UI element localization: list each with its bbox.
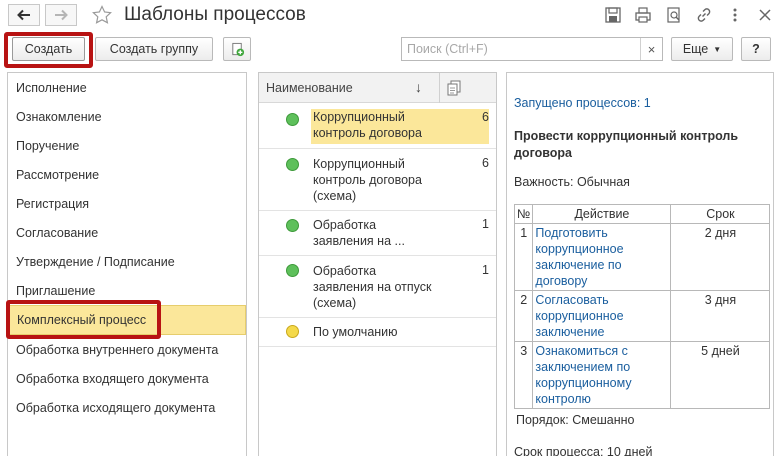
list-item[interactable]: Обработка исходящего документа <box>8 393 246 422</box>
forward-button[interactable] <box>45 4 77 26</box>
step-num: 2 <box>513 290 534 342</box>
table-row[interactable]: Обработка заявления на отпуск (схема) 1 <box>259 256 496 318</box>
favorite-star-icon[interactable] <box>92 5 112 25</box>
search-placeholder: Поиск (Ctrl+F) <box>407 42 488 56</box>
order-label: Порядок: <box>516 413 569 427</box>
launched-processes-link[interactable]: Запущено процессов: 1 <box>514 96 651 110</box>
status-green-icon <box>286 264 299 277</box>
column-divider <box>439 73 440 103</box>
status-yellow-icon <box>286 325 299 338</box>
create-group-button[interactable]: Создать группу <box>95 37 213 61</box>
table-row: 2 Согласовать коррупционное заключение 3… <box>513 290 771 342</box>
template-name: Обработка заявления на отпуск (схема) <box>313 264 432 310</box>
page-title: Шаблоны процессов <box>124 4 306 25</box>
importance-row: Важность: Обычная <box>514 175 630 189</box>
step-action-link[interactable]: Ознакомиться с заключением по коррупцион… <box>535 344 631 406</box>
link-icon[interactable] <box>695 6 713 24</box>
copy-button[interactable] <box>223 37 251 61</box>
table-row: 1 Подготовить коррупционное заключение п… <box>513 223 771 291</box>
sort-arrow-icon: ↓ <box>415 79 422 95</box>
template-name: Коррупционный контроль договора (схема) <box>313 157 422 203</box>
table-row[interactable]: Обработка заявления на ... 1 <box>259 211 496 256</box>
step-term: 5 дней <box>670 341 771 409</box>
table-row[interactable]: Коррупционный контроль договора (схема) … <box>259 149 496 211</box>
search-clear-button[interactable]: × <box>640 38 662 60</box>
template-count: 6 <box>439 109 489 144</box>
importance-label: Важность: <box>514 175 574 189</box>
list-item[interactable]: Обработка входящего документа <box>8 364 246 393</box>
list-item[interactable]: Регистрация <box>8 189 246 218</box>
chevron-down-icon: ▼ <box>713 44 722 54</box>
column-name-header[interactable]: Наименование <box>266 81 353 95</box>
print-icon[interactable] <box>634 6 652 24</box>
status-green-icon <box>286 219 299 232</box>
table-row-selected[interactable]: Коррупционный контроль договора 6 <box>259 104 496 149</box>
template-details: Запущено процессов: 1 Провести коррупцио… <box>506 72 774 456</box>
list-item[interactable]: Утверждение / Подписание <box>8 247 246 276</box>
template-count: 6 <box>482 156 489 170</box>
col-action-header: Действие <box>532 204 672 224</box>
status-green-icon <box>286 158 299 171</box>
process-heading: Провести коррупционный контроль договора <box>514 129 739 160</box>
arrow-right-icon <box>55 9 68 21</box>
table-header: Наименование ↓ <box>259 73 496 103</box>
more-label: Еще <box>682 42 709 56</box>
process-duration: Срок процесса: 10 дней <box>514 445 653 456</box>
copies-column-icon <box>447 80 461 96</box>
step-action-link[interactable]: Подготовить коррупционное заключение по … <box>535 226 623 288</box>
highlight-frame <box>4 32 93 68</box>
template-name: По умолчанию <box>313 325 398 339</box>
step-num: 3 <box>513 341 534 409</box>
more-button[interactable]: Еще ▼ <box>671 37 733 61</box>
save-icon[interactable] <box>604 6 622 24</box>
list-item[interactable]: Согласование <box>8 218 246 247</box>
template-count: 1 <box>482 263 489 277</box>
list-item[interactable]: Ознакомление <box>8 102 246 131</box>
highlight-frame <box>6 300 161 339</box>
template-type-list: Исполнение Ознакомление Поручение Рассмо… <box>7 72 247 456</box>
step-num: 1 <box>513 223 534 291</box>
close-icon[interactable] <box>756 6 774 24</box>
search-document-icon[interactable] <box>665 6 683 24</box>
title-bar: Шаблоны процессов <box>0 0 781 32</box>
template-name: Коррупционный контроль договора <box>311 109 439 144</box>
template-name: Обработка заявления на ... <box>313 218 405 248</box>
col-term-header: Срок <box>670 204 771 224</box>
arrow-left-icon <box>17 9 30 21</box>
list-item[interactable]: Поручение <box>8 131 246 160</box>
more-vertical-icon[interactable] <box>726 6 744 24</box>
order-value: Смешанно <box>572 413 635 427</box>
help-button[interactable]: ? <box>741 37 771 61</box>
search-input[interactable]: Поиск (Ctrl+F) × <box>401 37 663 61</box>
table-row: 3 Ознакомиться с заключением по коррупци… <box>513 341 771 409</box>
step-term: 2 дня <box>670 223 771 291</box>
step-term: 3 дня <box>670 290 771 342</box>
back-button[interactable] <box>8 4 40 26</box>
order-row: Порядок: Смешанно <box>516 413 635 427</box>
copy-add-icon <box>231 42 244 56</box>
list-item[interactable]: Исполнение <box>8 73 246 102</box>
col-num-header: № <box>513 204 534 224</box>
list-item[interactable]: Рассмотрение <box>8 160 246 189</box>
steps-table: № Действие Срок 1 Подготовить коррупцион… <box>513 204 771 409</box>
table-row[interactable]: По умолчанию <box>259 318 496 347</box>
command-bar: Создать Создать группу Поиск (Ctrl+F) × … <box>0 32 781 68</box>
step-action-link[interactable]: Согласовать коррупционное заключение <box>535 293 623 339</box>
template-count: 1 <box>482 217 489 231</box>
list-item[interactable]: Обработка внутреннего документа <box>8 335 246 364</box>
importance-value: Обычная <box>576 175 630 189</box>
status-green-icon <box>286 113 299 126</box>
templates-table: Наименование ↓ Коррупционный контроль до… <box>258 72 497 456</box>
